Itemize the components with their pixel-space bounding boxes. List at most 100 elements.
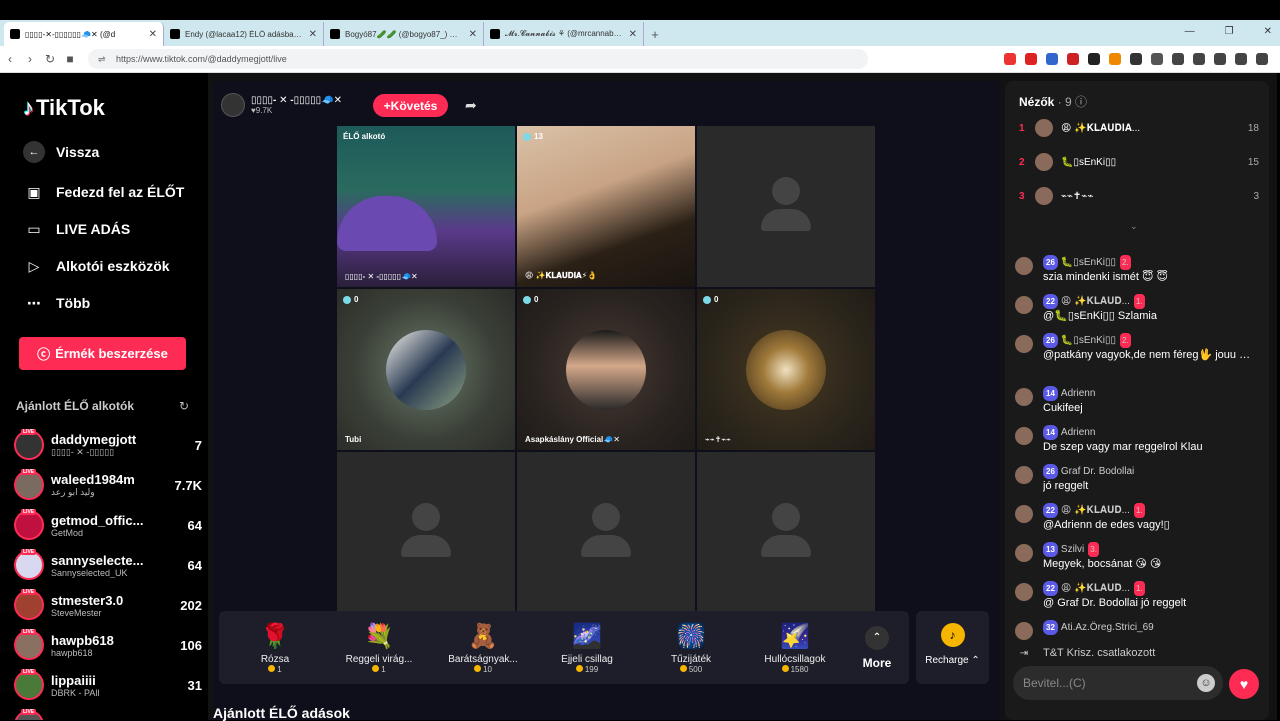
tab-close-icon[interactable]: ✕ [149,29,157,40]
chat-message[interactable]: 22 😩 ✨𝐊𝐋𝐀𝐔𝐃... 1. @Adrienn de edes vagy!▯ [1015,503,1263,533]
avatar[interactable] [221,93,245,117]
chat-message[interactable]: 32 Ati.Az.Öreg.Strici_69 [1015,620,1263,640]
browser-tab[interactable]: Endy (@lacaa12) ÉLŐ adásban vo ✕ [164,22,324,46]
guest-tile[interactable]: 0 Tubi [337,289,515,450]
avatar[interactable]: LIVE [14,469,44,500]
info-icon[interactable]: ⓘ [1075,95,1087,109]
creator-item[interactable]: LIVE hawpb618 hawpb618 106 [14,626,202,664]
like-heart-icon[interactable]: ♥ [1229,669,1259,699]
back-icon[interactable]: ‹ [0,52,20,66]
forward-icon[interactable]: › [20,52,40,66]
extension-icon[interactable] [1046,53,1058,65]
placeholder-head [412,502,440,531]
chat-message[interactable]: 22 😩 ✨𝐊𝐋𝐀𝐔𝐃... 1. @🐛▯sEnKi▯▯ Szlamia [1015,294,1263,324]
nav-item[interactable]: ▭ LIVE ADÁS [23,218,130,240]
gift-item[interactable]: 🧸 Barátságnyak... 10 [431,622,535,674]
gift-item[interactable]: 🌠 Hullócsillagok 1580 [743,622,847,674]
collections-icon[interactable] [1214,53,1226,65]
nav-item[interactable]: ▷ Alkotói eszközök [23,255,170,277]
guest-tile[interactable] [697,452,875,613]
browser-tab[interactable]: 𝓜𝓻.𝓒𝓪𝓷𝓷𝓪𝓫𝓲𝓼 ⚘ (@mrcannabis_) ✕ [484,22,644,46]
guest-tile[interactable]: ÉLŐ alkotó ▯▯▯▯- ✕ -▯▯▯▯▯🧢✕ [337,126,515,287]
browser-tab[interactable]: ▯▯▯▯-✕-▯▯▯▯▯▯🧢✕ (@d ✕ [4,22,164,46]
viewer-badge: 13 [523,132,543,141]
browser-tab[interactable]: Bogyó87🥒🥒 (@bogyo87_) ÉLŐ a ✕ [324,22,484,46]
follow-button[interactable]: +Követés [373,94,448,117]
guest-tile[interactable] [337,452,515,613]
more-gifts-button[interactable]: ⌃ More [847,625,907,670]
guest-tile[interactable] [697,126,875,287]
back-button[interactable]: ← Vissza [23,141,99,163]
minimize-icon[interactable]: — [1185,26,1195,37]
chat-message[interactable]: 14 Adrienn De szep vagy mar reggelrol Klau [1015,425,1263,455]
recharge-button[interactable]: ♪ Recharge ⌃ [916,611,989,684]
music-icon[interactable] [1172,53,1184,65]
chevron-down-icon[interactable]: ⌄ [1130,221,1138,232]
extension-icon[interactable] [1151,53,1163,65]
extension-icon[interactable] [1130,53,1142,65]
creator-item[interactable]: LIVE lippaiiii DBRK - PAll 31 [14,666,202,704]
extension-icon[interactable] [1004,53,1016,65]
creator-item[interactable]: LIVE waleed1984m وليد ابو رعد 7.7K [14,466,202,504]
favorites-icon[interactable] [1235,53,1247,65]
message-body: 22 😩 ✨𝐊𝐋𝐀𝐔𝐃... 1. @🐛▯sEnKi▯▯ Szlamia [1043,294,1253,324]
gift-item[interactable]: 💐 Reggeli virág... 1 [327,622,431,674]
streamer-info[interactable]: ▯▯▯▯- ✕ -▯▯▯▯▯🧢✕ ♥9.7K [221,93,342,117]
gift-item[interactable]: 🌹 Rózsa 1 [223,622,327,674]
creator-item[interactable]: LIVE daddymegjott ▯▯▯▯- ✕ -▯▯▯▯▯ 7 [14,426,202,464]
get-coins-button[interactable]: ⓒ Érmék beszerzése [19,337,186,370]
gift-item[interactable]: 🎆 Tűzijáték 500 [639,622,743,674]
nav-item[interactable]: ▣ Fedezd fel az ÉLŐT [23,181,184,203]
chat-message[interactable]: 26 🐛▯sEnKi▯▯ 2. @patkány vagyok,de nem fére… [1015,333,1263,363]
bookmark-icon[interactable]: ■ [60,52,80,66]
creator-item[interactable]: LIVE sannyselecte... Sannyselected_UK 64 [14,546,202,584]
message-text: Megyek, bocsánat 😘 😘 [1043,558,1162,570]
guest-tile[interactable]: 0 Asapkáslány Official🧢✕ [517,289,695,450]
avatar[interactable]: LIVE [14,629,44,660]
guest-tile[interactable] [517,452,695,613]
tiktok-logo[interactable]: ♪ TikTok [23,95,105,121]
nav-item[interactable]: ⋯ Több [23,292,90,314]
creator-item[interactable]: LIVE getmod_offic... GetMod 64 [14,506,202,544]
chat-message[interactable]: 26 🐛▯sEnKi▯▯ 2. szia mindenki ismét 😇 😇 [1015,255,1263,285]
tab-close-icon[interactable]: ✕ [309,29,317,40]
viewers-header[interactable]: Nézők · 9 ⓘ [1019,93,1087,110]
avatar[interactable]: LIVE [14,709,44,720]
close-icon[interactable]: ✕ [1264,26,1272,37]
extension-icon[interactable] [1088,53,1100,65]
viewer-row[interactable]: 1 😩 ✨𝐊𝐋𝐀𝐔𝐃𝐈𝐀... 18 [1019,119,1259,137]
tab-close-icon[interactable]: ✕ [469,29,477,40]
viewer-row[interactable]: 2 🐛▯sEnKi▯▯ 15 [1019,153,1259,171]
gift-name: Rózsa [260,653,290,665]
viewer-row[interactable]: 3 ⌁⌁✝⌁⌁ 3 [1019,187,1259,205]
reload-icon[interactable]: ↻ [40,52,60,66]
site-info-icon[interactable]: ⇌ [98,54,108,65]
menu-icon[interactable] [1256,53,1268,65]
emoji-icon[interactable]: ☺ [1197,674,1215,692]
tab-close-icon[interactable]: ✕ [629,29,637,40]
chat-message[interactable]: 26 Graf Dr. Bodollai jó reggelt [1015,464,1263,494]
guest-tile[interactable]: 13 😩 ✨𝐊𝐋𝐀𝐔𝐃𝐈𝐀⚡👌 [517,126,695,287]
chat-message[interactable]: 14 Adrienn Cukifeej [1015,386,1263,416]
new-tab-button[interactable]: + [644,22,666,46]
chat-input[interactable]: Bevitel...(C) ☺ [1013,666,1223,700]
url-input[interactable]: ⇌ https://www.tiktok.com/@daddymegjott/l… [88,49,868,69]
extension-icon[interactable] [1109,53,1121,65]
extension-icon[interactable] [1067,53,1079,65]
share-icon[interactable]: ➦ [465,97,477,114]
gift-item[interactable]: 🌌 Éjjeli csillag 199 [535,622,639,674]
extension-icon[interactable] [1025,53,1037,65]
avatar[interactable]: LIVE [14,429,44,460]
avatar[interactable]: LIVE [14,589,44,620]
chat-message[interactable]: 13 Szilvi 3. Megyek, bocsánat 😘 😘 [1015,542,1263,572]
avatar[interactable]: LIVE [14,509,44,540]
guest-tile[interactable]: 0 ⌁⌁✝⌁⌁ [697,289,875,450]
refresh-icon[interactable]: ↻ [179,399,189,413]
sidebar-icon[interactable] [1193,53,1205,65]
creator-item[interactable]: LIVE stmester3.0 SteveMester 202 [14,586,202,624]
chat-message[interactable]: 22 😩 ✨𝐊𝐋𝐀𝐔𝐃... 1. @ Graf Dr. Bodollai jó re… [1015,581,1263,611]
avatar[interactable]: LIVE [14,669,44,700]
avatar[interactable]: LIVE [14,549,44,580]
creator-item[interactable]: LIVEfjjkhkl [14,706,202,720]
maximize-icon[interactable]: ❐ [1225,26,1234,37]
